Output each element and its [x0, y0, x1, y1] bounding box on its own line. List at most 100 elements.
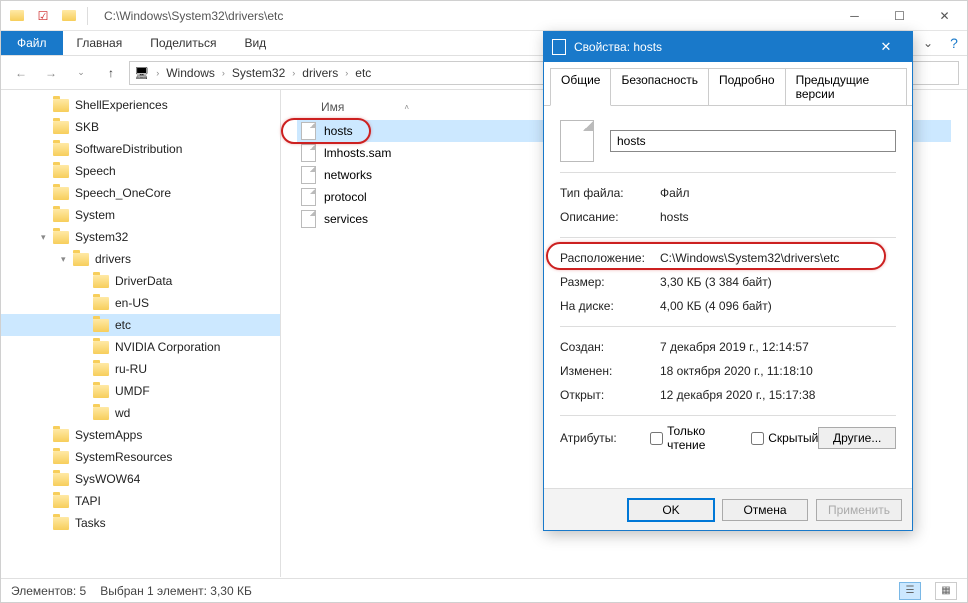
folder-icon: [93, 363, 109, 376]
folder-icon: [53, 187, 69, 200]
label-description: Описание:: [560, 210, 660, 224]
file-icon: [552, 39, 566, 55]
tree-item[interactable]: SysWOW64: [1, 468, 280, 490]
apply-button[interactable]: Применить: [816, 499, 902, 521]
tree-caret-icon[interactable]: ▾: [61, 254, 73, 265]
nav-back-button[interactable]: ←: [9, 61, 33, 85]
ribbon-share-tab[interactable]: Поделиться: [136, 31, 230, 55]
folder-icon: [53, 495, 69, 508]
tree-item-label: DriverData: [115, 274, 172, 288]
dialog-tabs: Общие Безопасность Подробно Предыдущие в…: [544, 62, 912, 106]
file-icon: [301, 122, 316, 140]
file-type-icon: [560, 120, 594, 162]
ribbon-home-tab[interactable]: Главная: [63, 31, 137, 55]
tree-item[interactable]: Speech_OneCore: [1, 182, 280, 204]
value-description: hosts: [660, 210, 689, 224]
cancel-button[interactable]: Отмена: [722, 499, 808, 521]
label-accessed: Открыт:: [560, 388, 660, 402]
tree-item-label: SoftwareDistribution: [75, 142, 182, 156]
dialog-close-button[interactable]: ✕: [868, 32, 904, 62]
folder-icon: [53, 231, 69, 244]
nav-forward-button[interactable]: →: [39, 61, 63, 85]
tab-security[interactable]: Безопасность: [610, 68, 709, 105]
dialog-titlebar[interactable]: Свойства: hosts ✕: [544, 32, 912, 62]
folder-icon: [93, 275, 109, 288]
tree-item[interactable]: SystemApps: [1, 424, 280, 446]
folder-icon: [93, 297, 109, 310]
value-accessed: 12 декабря 2020 г., 15:17:38: [660, 388, 815, 402]
view-icons-button[interactable]: ▦: [935, 582, 957, 600]
tree-item[interactable]: wd: [1, 402, 280, 424]
chevron-right-icon[interactable]: ›: [345, 68, 348, 78]
tree-item-label: TAPI: [75, 494, 101, 508]
minimize-button[interactable]: ─: [832, 1, 877, 31]
tree-item-label: etc: [115, 318, 131, 332]
tree-item-label: ru-RU: [115, 362, 147, 376]
checkbox-hidden[interactable]: Скрытый: [751, 431, 818, 445]
tree-item[interactable]: ▾ drivers: [1, 248, 280, 270]
folder-icon: [53, 517, 69, 530]
file-name: lmhosts.sam: [324, 146, 391, 160]
chevron-right-icon[interactable]: ›: [156, 68, 159, 78]
tree-item-label: Tasks: [75, 516, 106, 530]
maximize-button[interactable]: ☐: [877, 1, 922, 31]
tree-item[interactable]: etc: [1, 314, 280, 336]
checkbox-readonly[interactable]: Только чтение: [650, 424, 737, 452]
folder-icon: [53, 121, 69, 134]
breadcrumb[interactable]: drivers: [302, 66, 338, 80]
properties-dialog: Свойства: hosts ✕ Общие Безопасность Под…: [543, 31, 913, 531]
tree-caret-icon[interactable]: ▾: [41, 232, 53, 243]
tree-item[interactable]: ShellExperiences: [1, 94, 280, 116]
tree-item-label: drivers: [95, 252, 131, 266]
tree-item-label: SysWOW64: [75, 472, 140, 486]
tree-item[interactable]: en-US: [1, 292, 280, 314]
folder-icon: [93, 341, 109, 354]
tree-item[interactable]: TAPI: [1, 490, 280, 512]
tree-item[interactable]: System: [1, 204, 280, 226]
nav-history-dropdown[interactable]: ⌄: [69, 61, 93, 85]
tree-item-label: SKB: [75, 120, 99, 134]
ribbon-expand-icon[interactable]: ⌄: [915, 31, 941, 55]
value-modified: 18 октября 2020 г., 11:18:10: [660, 364, 813, 378]
tree-item-label: wd: [115, 406, 130, 420]
tree-item[interactable]: UMDF: [1, 380, 280, 402]
breadcrumb[interactable]: System32: [232, 66, 285, 80]
folder-icon: [53, 143, 69, 156]
tree-item[interactable]: ▾System32: [1, 226, 280, 248]
tab-details[interactable]: Подробно: [708, 68, 786, 105]
ribbon-view-tab[interactable]: Вид: [230, 31, 280, 55]
tree-item[interactable]: SoftwareDistribution: [1, 138, 280, 160]
tree-item[interactable]: Tasks: [1, 512, 280, 534]
value-file-type: Файл: [660, 186, 690, 200]
breadcrumb[interactable]: etc: [355, 66, 371, 80]
tree-item[interactable]: ru-RU: [1, 358, 280, 380]
ok-button[interactable]: OK: [628, 499, 714, 521]
qat-properties-icon[interactable]: ☑: [35, 8, 51, 24]
qat-dropdown-icon[interactable]: [61, 8, 77, 24]
label-location: Расположение:: [560, 251, 660, 265]
tab-general[interactable]: Общие: [550, 68, 611, 106]
tree-item[interactable]: SKB: [1, 116, 280, 138]
status-bar: Элементов: 5 Выбран 1 элемент: 3,30 КБ ☰…: [1, 578, 967, 602]
value-size: 3,30 КБ (3 384 байт): [660, 275, 772, 289]
chevron-right-icon[interactable]: ›: [222, 68, 225, 78]
tree-item[interactable]: Speech: [1, 160, 280, 182]
tree-item[interactable]: DriverData: [1, 270, 280, 292]
close-button[interactable]: ✕: [922, 1, 967, 31]
tree-item[interactable]: SystemResources: [1, 446, 280, 468]
folder-tree[interactable]: ShellExperiences SKB SoftwareDistribution S…: [1, 90, 281, 577]
file-icon: [301, 210, 316, 228]
tree-item[interactable]: NVIDIA Corporation: [1, 336, 280, 358]
filename-field[interactable]: [610, 130, 896, 152]
view-details-button[interactable]: ☰: [899, 582, 921, 600]
ribbon-file-tab[interactable]: Файл: [1, 31, 63, 55]
chevron-right-icon[interactable]: ›: [292, 68, 295, 78]
help-icon[interactable]: ?: [941, 31, 967, 55]
tab-previous-versions[interactable]: Предыдущие версии: [785, 68, 907, 105]
label-attributes: Атрибуты:: [560, 431, 650, 445]
folder-icon: [53, 165, 69, 178]
attributes-other-button[interactable]: Другие...: [818, 427, 896, 449]
breadcrumb[interactable]: Windows: [166, 66, 215, 80]
tree-item-label: UMDF: [115, 384, 150, 398]
nav-up-button[interactable]: ↑: [99, 61, 123, 85]
